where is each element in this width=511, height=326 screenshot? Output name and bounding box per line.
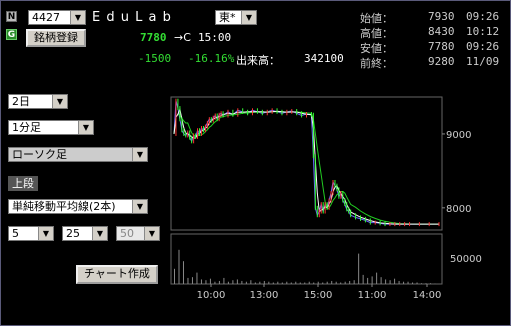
volume-bar bbox=[367, 277, 369, 284]
volume-bar bbox=[394, 278, 396, 284]
volume-bar bbox=[376, 272, 378, 284]
volume-bar bbox=[358, 253, 360, 284]
ma-short-line bbox=[173, 107, 439, 225]
volume-bar bbox=[182, 261, 184, 284]
volume-bar bbox=[196, 272, 198, 284]
x-tick-label: 11:00 bbox=[358, 290, 387, 301]
volume-bar bbox=[308, 281, 310, 284]
volume-bar bbox=[331, 280, 333, 284]
volume-bar bbox=[421, 283, 423, 284]
volume-bar bbox=[322, 282, 324, 284]
volume-bar bbox=[335, 281, 337, 284]
volume-bar bbox=[304, 282, 306, 284]
volume-bar bbox=[412, 282, 414, 284]
volume-bar bbox=[299, 282, 301, 284]
volume-bar bbox=[286, 281, 288, 284]
volume-bar bbox=[250, 280, 252, 284]
volume-bar bbox=[353, 280, 355, 284]
volume-bar bbox=[430, 283, 432, 284]
volume-bar bbox=[425, 283, 427, 284]
volume-bar bbox=[187, 277, 189, 284]
volume-bar bbox=[218, 280, 220, 284]
volume-bar bbox=[205, 280, 207, 284]
ma-long-line bbox=[173, 111, 439, 225]
price-chart: 9000 8000 50000 10:00 13:00 15:00 11:00 14:00 bbox=[170, 96, 482, 301]
y-tick-label: 9000 bbox=[446, 130, 471, 141]
volume-bar bbox=[223, 277, 225, 284]
y-tick-label: 8000 bbox=[446, 204, 471, 215]
volume-bar bbox=[214, 281, 216, 284]
volume-bar bbox=[245, 281, 247, 284]
volume-bar bbox=[259, 281, 261, 284]
volume-bar bbox=[362, 274, 364, 284]
volume-bar bbox=[326, 281, 328, 284]
volume-bar bbox=[174, 268, 175, 284]
volume-bar bbox=[191, 277, 193, 284]
volume-bar bbox=[371, 276, 373, 284]
volume-bar bbox=[317, 281, 319, 284]
x-tick-label: 13:00 bbox=[250, 290, 279, 301]
volume-bar bbox=[389, 280, 391, 284]
volume-bar bbox=[254, 282, 256, 284]
volume-tick-label: 50000 bbox=[450, 254, 482, 265]
volume-bar bbox=[349, 280, 351, 284]
volume-bar bbox=[272, 282, 274, 284]
volume-bar bbox=[398, 280, 400, 284]
volume-bar bbox=[344, 281, 346, 284]
volume-bar bbox=[407, 281, 409, 284]
volume-bar bbox=[209, 278, 211, 284]
volume-bar bbox=[263, 280, 265, 284]
volume-bar bbox=[290, 282, 292, 284]
volume-bar bbox=[277, 281, 279, 284]
volume-bar bbox=[313, 282, 315, 284]
x-tick-label: 10:00 bbox=[197, 290, 226, 301]
x-tick-label: 14:00 bbox=[413, 290, 442, 301]
volume-bar bbox=[380, 277, 382, 284]
volume-bar bbox=[178, 249, 180, 284]
volume-bar bbox=[227, 281, 229, 284]
volume-bar bbox=[403, 281, 405, 284]
volume-bar bbox=[200, 279, 202, 284]
volume-bar bbox=[236, 279, 238, 284]
volume-bar bbox=[385, 279, 387, 284]
volume-bar bbox=[281, 282, 283, 284]
volume-bar bbox=[295, 281, 297, 284]
volume-bar bbox=[268, 281, 270, 284]
volume-bar bbox=[241, 280, 243, 284]
volume-plot-frame bbox=[170, 233, 443, 285]
x-tick-label: 15:00 bbox=[304, 290, 333, 301]
volume-bar bbox=[340, 282, 342, 284]
volume-bar bbox=[416, 282, 418, 284]
volume-bar bbox=[232, 280, 234, 284]
